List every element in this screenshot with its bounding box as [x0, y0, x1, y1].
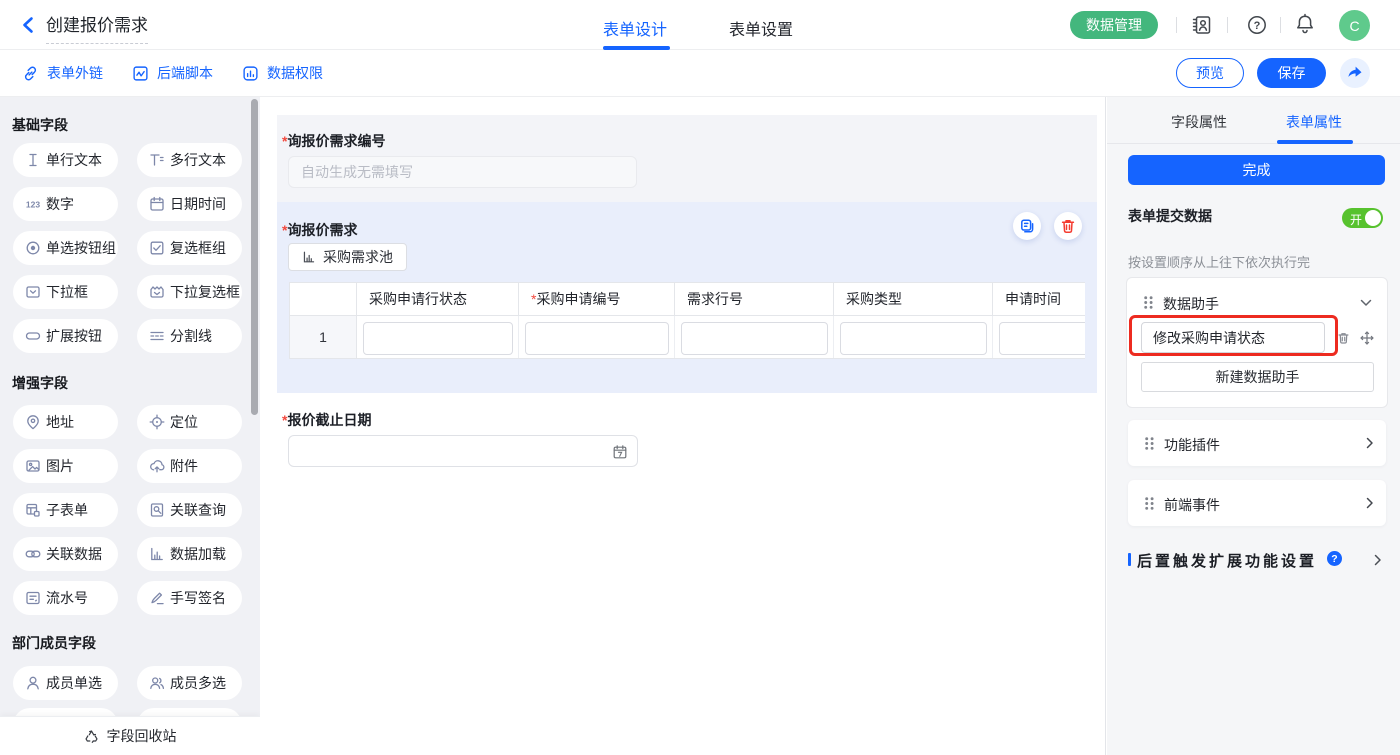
svg-text:?: ? [1254, 20, 1261, 32]
svg-text:123: 123 [26, 200, 40, 210]
